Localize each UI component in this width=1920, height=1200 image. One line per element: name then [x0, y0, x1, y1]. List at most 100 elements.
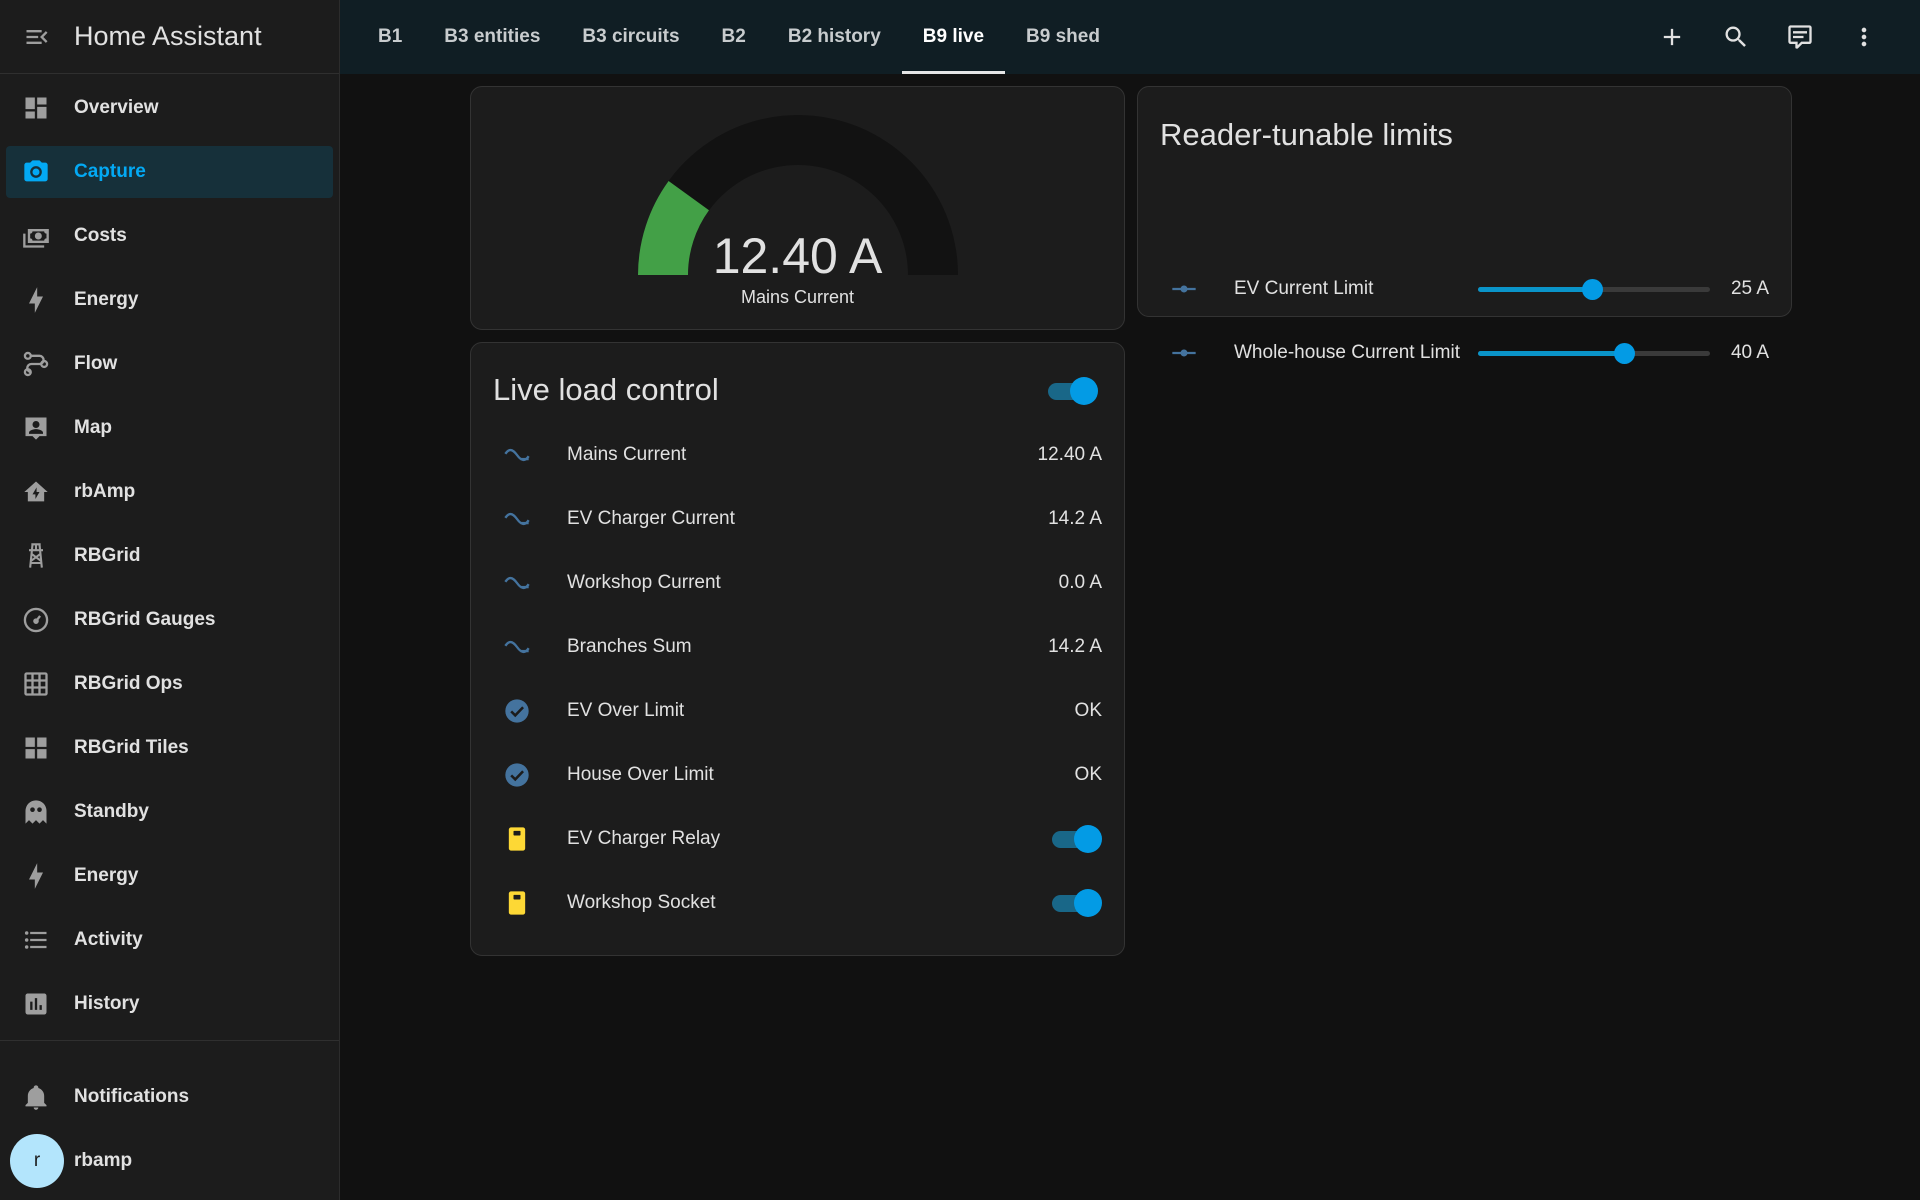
entity-row-branches-sum[interactable]: Branches Sum 14.2 A: [471, 615, 1124, 679]
limit-value: 40 A: [1730, 342, 1769, 363]
tab-label: B9 shed: [1026, 26, 1100, 47]
sidebar-item-rbgrid[interactable]: RBGrid: [0, 524, 339, 588]
format-list-icon: [24, 931, 47, 949]
ev-current-limit-slider[interactable]: [1478, 279, 1710, 300]
sidebar-item-rbamp[interactable]: rbAmp: [0, 460, 339, 524]
sidebar-item-capture[interactable]: Capture: [0, 140, 339, 204]
toggle-thumb: [1074, 889, 1102, 917]
sidebar-item-rbgrid-tiles[interactable]: RBGrid Tiles: [0, 716, 339, 780]
tab-b3-circuits[interactable]: B3 circuits: [561, 0, 700, 74]
sidebar-item-rbgrid-gauges[interactable]: RBGrid Gauges: [0, 588, 339, 652]
entity-name: Mains Current: [567, 444, 687, 465]
sidebar-item-label: RBGrid Ops: [74, 673, 183, 694]
ev-charger-relay-toggle[interactable]: [1052, 824, 1102, 854]
sidebar-item-energy[interactable]: Energy: [0, 268, 339, 332]
sidebar-item-label: Flow: [74, 353, 118, 374]
tab-label: B2: [721, 26, 746, 47]
header-toggle[interactable]: [1048, 376, 1098, 406]
house-current-limit-row: Whole-house Current Limit 40 A: [1138, 321, 1791, 385]
ray-vertex-icon: [1172, 285, 1196, 293]
reader-tunable-limits-card: Reader-tunable limits EV Current Limit 2…: [1137, 86, 1792, 364]
view-dashboard-icon: [25, 97, 47, 119]
tab-b9-shed[interactable]: B9 shed: [1005, 0, 1121, 74]
app-title: Home Assistant: [74, 21, 262, 51]
tab-b3-entities[interactable]: B3 entities: [423, 0, 561, 74]
entity-name: Workshop Current: [567, 572, 721, 593]
search-icon: [1725, 26, 1746, 47]
sidebar-item-label: Energy: [74, 865, 139, 886]
plus-icon: [1663, 28, 1681, 46]
dots-vertical-icon: [1861, 27, 1867, 47]
ghost-icon: [25, 800, 47, 824]
slider-knob[interactable]: [1581, 279, 1603, 300]
add-button[interactable]: [1640, 5, 1704, 69]
entity-row-workshop-socket[interactable]: Workshop Socket: [471, 871, 1124, 935]
entity-name: EV Over Limit: [567, 700, 685, 721]
workshop-socket-toggle[interactable]: [1052, 888, 1102, 918]
flow-icon: [23, 351, 49, 377]
sidebar-item-label: Standby: [74, 801, 149, 822]
tab-b2-history[interactable]: B2 history: [767, 0, 902, 74]
tiles-icon: [25, 737, 47, 759]
tab-b2[interactable]: B2: [701, 0, 767, 74]
sidebar-item-standby[interactable]: Standby: [0, 780, 339, 844]
avatar: r: [10, 1134, 64, 1188]
current-ac-icon: [504, 576, 530, 590]
entity-row-house-over-limit[interactable]: House Over Limit OK: [471, 743, 1124, 807]
sidebar-item-user[interactable]: r rbamp: [0, 1129, 339, 1193]
entity-row-ev-charger-current[interactable]: EV Charger Current 14.2 A: [471, 487, 1124, 551]
entity-row-workshop-current[interactable]: Workshop Current 0.0 A: [471, 551, 1124, 615]
slider-fill: [1478, 351, 1625, 356]
tab-label: B3 circuits: [582, 26, 680, 47]
sidebar-item-history[interactable]: History: [0, 972, 339, 1036]
more-options-button[interactable]: [1832, 5, 1896, 69]
card-title: Reader-tunable limits: [1160, 117, 1453, 152]
toolbar-actions: [1640, 0, 1896, 74]
sidebar-item-energy-2[interactable]: Energy: [0, 844, 339, 908]
gauge-icon: [23, 607, 49, 633]
sidebar-item-map[interactable]: Map: [0, 396, 339, 460]
lightning-bolt-icon: [29, 287, 43, 313]
entity-row-ev-charger-relay[interactable]: EV Charger Relay: [471, 807, 1124, 871]
mains-current-gauge-card[interactable]: 12.40 A Mains Current: [470, 86, 1125, 330]
entity-name: House Over Limit: [567, 764, 714, 785]
entity-value: 14.2 A: [1048, 636, 1102, 657]
sidebar-item-flow[interactable]: Flow: [0, 332, 339, 396]
sidebar-item-notifications[interactable]: Notifications: [0, 1065, 339, 1129]
map-account-icon: [25, 417, 47, 440]
entity-row-ev-over-limit[interactable]: EV Over Limit OK: [471, 679, 1124, 743]
sidebar-item-label: Overview: [74, 97, 159, 118]
assist-icon: [1788, 25, 1812, 49]
notifications-label: Notifications: [74, 1086, 190, 1107]
sidebar-list: Overview Capture Costs Energy Flow Map r…: [0, 74, 339, 1036]
limit-name: EV Current Limit: [1234, 278, 1374, 299]
sidebar-item-label: History: [74, 993, 140, 1014]
live-load-control-card: Live load control Mains Current 12.40 A …: [470, 342, 1125, 956]
power-socket-icon: [508, 891, 526, 915]
sidebar-item-activity[interactable]: Activity: [0, 908, 339, 972]
house-current-limit-slider[interactable]: [1478, 343, 1710, 364]
cash-icon: [23, 229, 49, 248]
entity-row-mains-current[interactable]: Mains Current 12.40 A: [471, 423, 1124, 487]
lightning-bolt-icon: [29, 863, 43, 889]
slider-knob[interactable]: [1614, 343, 1636, 364]
menu-toggle-button[interactable]: [0, 0, 74, 74]
check-circle-icon: [505, 763, 529, 787]
sidebar-item-rbgrid-ops[interactable]: RBGrid Ops: [0, 652, 339, 716]
sidebar-item-label: Costs: [74, 225, 127, 246]
limit-name: Whole-house Current Limit: [1234, 342, 1460, 363]
tab-b1[interactable]: B1: [340, 0, 423, 74]
sidebar-item-label: Map: [74, 417, 112, 438]
chart-box-icon: [25, 993, 47, 1015]
search-button[interactable]: [1704, 5, 1768, 69]
tab-b9-live[interactable]: B9 live: [901, 0, 1006, 74]
sidebar-item-costs[interactable]: Costs: [0, 204, 339, 268]
sidebar-item-overview[interactable]: Overview: [0, 76, 339, 140]
sidebar-item-label: Energy: [74, 289, 139, 310]
toggle-thumb: [1070, 377, 1098, 405]
assist-button[interactable]: [1768, 5, 1832, 69]
current-ac-icon: [504, 448, 530, 462]
entity-value: 0.0 A: [1058, 572, 1102, 593]
transmission-tower-icon: [29, 543, 43, 568]
check-circle-icon: [505, 699, 529, 723]
